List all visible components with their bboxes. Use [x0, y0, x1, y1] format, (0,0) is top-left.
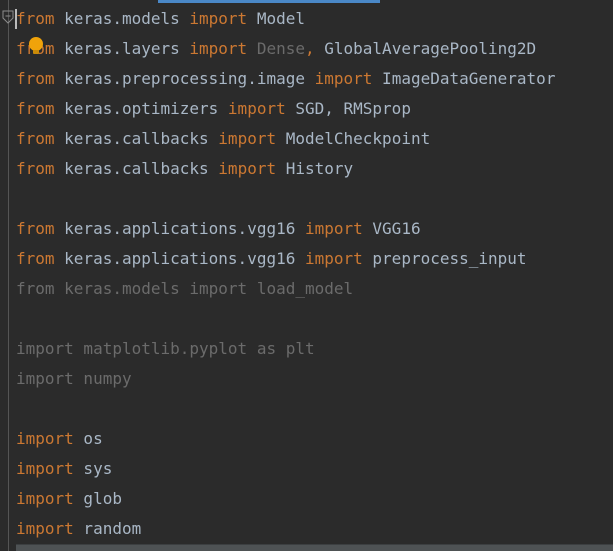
code-area[interactable]: from keras.models import Model from kera…: [16, 4, 613, 544]
keyword: from: [16, 159, 55, 178]
gutter-divider: [8, 0, 9, 551]
keyword: import: [218, 129, 277, 148]
module-name: keras.applications.vgg16: [54, 219, 305, 238]
keyword: from: [16, 99, 55, 118]
module-name: keras.models: [54, 9, 190, 28]
keyword: import: [218, 159, 277, 178]
imported-names: preprocess_input: [362, 249, 527, 268]
code-line: import random: [16, 514, 613, 544]
unused-import-line: import matplotlib.pyplot as plt: [16, 339, 315, 358]
module-name: keras.optimizers: [54, 99, 228, 118]
imported-names: GlobalAveragePooling2D: [314, 39, 537, 58]
comma: ,: [304, 39, 315, 58]
keyword: import: [314, 69, 373, 88]
imported-names: os: [73, 429, 103, 448]
imported-names: random: [73, 519, 142, 538]
imported-names: History: [276, 159, 354, 178]
keyword: import: [304, 219, 363, 238]
code-line: import glob: [16, 484, 613, 514]
code-line: from keras.preprocessing.image import Im…: [16, 64, 613, 94]
module-name: keras.callbacks: [54, 129, 219, 148]
code-line: from keras.models import Model: [16, 4, 613, 34]
horizontal-scrollbar[interactable]: [16, 544, 613, 551]
module-name: keras.callbacks: [54, 159, 219, 178]
code-line: import matplotlib.pyplot as plt: [16, 334, 613, 364]
imported-names: ImageDataGenerator: [372, 69, 556, 88]
code-line: from keras.models import load_model: [16, 274, 613, 304]
keyword: from: [16, 249, 55, 268]
keyword: from: [16, 9, 55, 28]
horizontal-scroll-thumb[interactable]: [16, 545, 613, 551]
imported-names: sys: [73, 459, 113, 478]
module-name: keras.preprocessing.image: [54, 69, 315, 88]
keyword: from: [16, 69, 55, 88]
code-editor[interactable]: from keras.models import Model from kera…: [0, 0, 613, 551]
keyword: from: [16, 129, 55, 148]
unused-import-line: import numpy: [16, 369, 132, 388]
code-line: from keras.applications.vgg16 import pre…: [16, 244, 613, 274]
code-line: from keras.layers import Dense, GlobalAv…: [16, 34, 613, 64]
imported-names: Model: [247, 9, 305, 28]
imported-names: VGG16: [362, 219, 421, 238]
module-name: keras.applications.vgg16: [54, 249, 305, 268]
imported-names: glob: [73, 489, 122, 508]
code-line: import sys: [16, 454, 613, 484]
keyword: import: [227, 99, 286, 118]
code-line: import os: [16, 424, 613, 454]
fold-marker-icon[interactable]: [2, 10, 14, 24]
intention-bulb-icon[interactable]: [27, 36, 45, 56]
module-name: keras.layers: [54, 39, 190, 58]
imported-names: SGD, RMSprop: [285, 99, 411, 118]
active-tab-indicator: [158, 0, 380, 3]
code-line: from keras.callbacks import ModelCheckpo…: [16, 124, 613, 154]
keyword: from: [16, 219, 55, 238]
imported-names: ModelCheckpoint: [276, 129, 431, 148]
keyword: import: [16, 459, 74, 478]
keyword: import: [16, 429, 74, 448]
keyword: import: [189, 39, 248, 58]
keyword: import: [16, 489, 74, 508]
code-line: from keras.applications.vgg16 import VGG…: [16, 214, 613, 244]
keyword: import: [16, 519, 74, 538]
keyword: import: [304, 249, 363, 268]
code-line: from keras.optimizers import SGD, RMSpro…: [16, 94, 613, 124]
code-line: from keras.callbacks import History: [16, 154, 613, 184]
unused-import-line: from keras.models import load_model: [16, 279, 354, 298]
keyword: import: [189, 9, 248, 28]
code-line: import numpy: [16, 364, 613, 394]
unused-import-name: Dense: [247, 39, 305, 58]
